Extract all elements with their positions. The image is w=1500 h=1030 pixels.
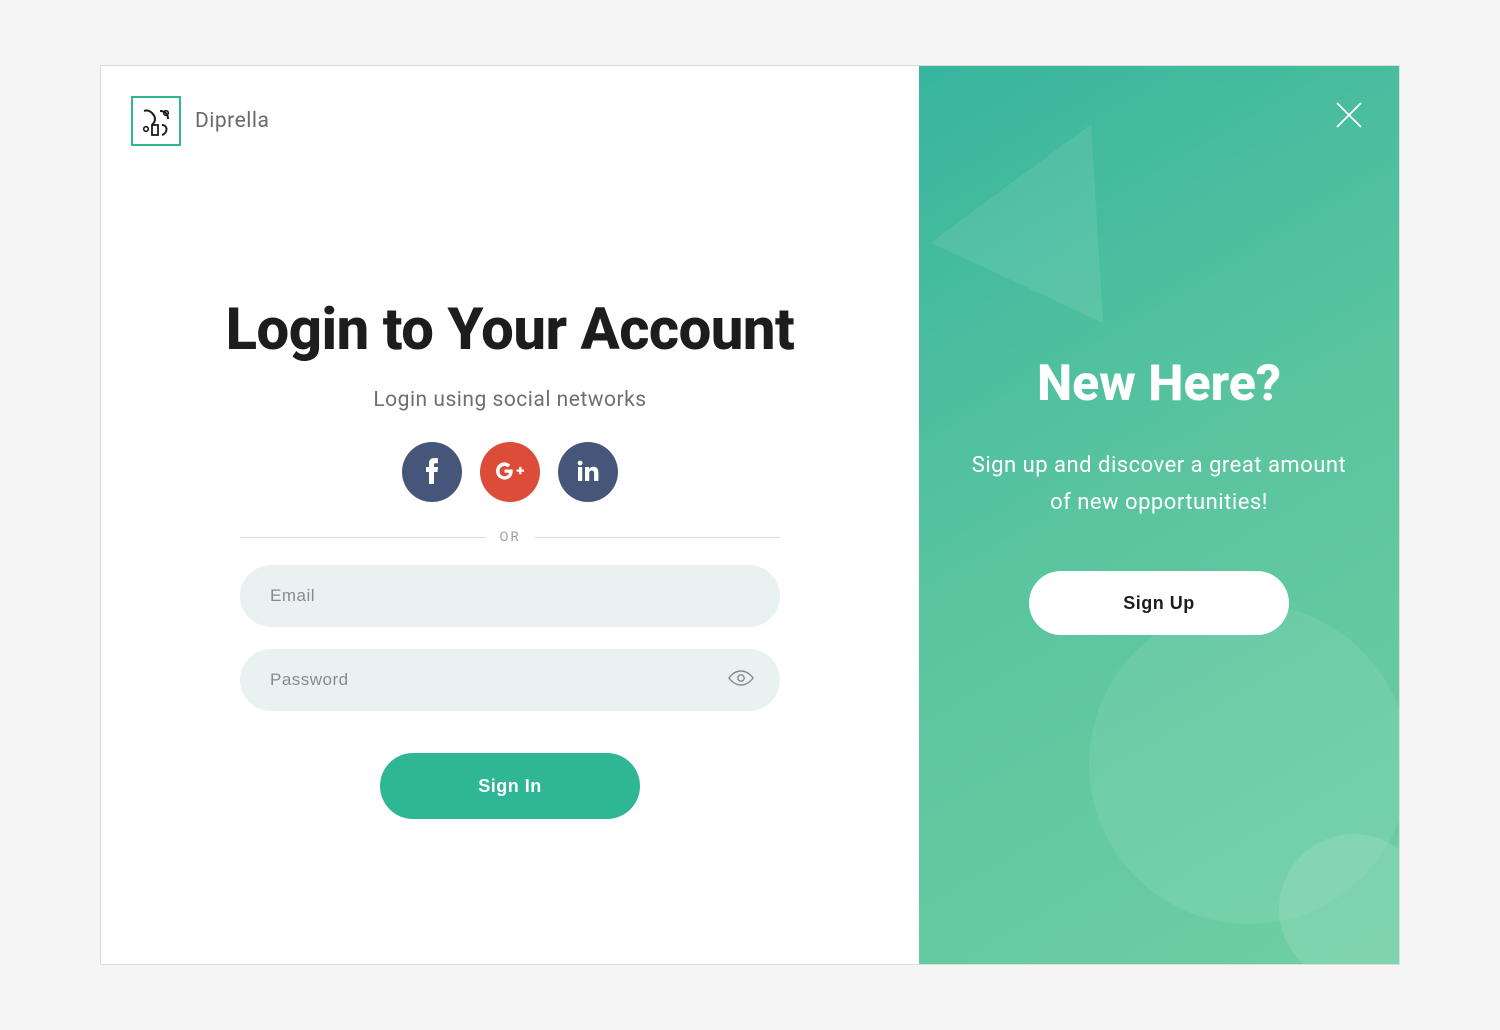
password-field-wrap <box>240 649 780 711</box>
login-panel: Diprella Login to Your Account Login usi… <box>101 66 919 964</box>
brand-logo-icon <box>131 96 181 146</box>
login-subtitle: Login using social networks <box>373 388 646 412</box>
signup-promo-panel: New Here? Sign up and discover a great a… <box>919 66 1399 964</box>
signup-promo-subtitle: Sign up and discover a great amount of n… <box>959 447 1359 522</box>
divider-line <box>534 537 780 538</box>
divider-line <box>240 537 486 538</box>
google-plus-login-button[interactable] <box>480 442 540 502</box>
or-divider: OR <box>240 530 780 545</box>
sign-in-button[interactable]: Sign In <box>380 753 640 819</box>
login-modal: Diprella Login to Your Account Login usi… <box>100 65 1400 965</box>
login-title: Login to Your Account <box>226 296 795 364</box>
linkedin-icon <box>577 460 599 485</box>
facebook-login-button[interactable] <box>402 442 462 502</box>
facebook-icon <box>425 458 439 487</box>
linkedin-login-button[interactable] <box>558 442 618 502</box>
toggle-password-visibility-icon[interactable] <box>728 669 754 691</box>
divider-text: OR <box>486 530 535 545</box>
email-field-wrap <box>240 565 780 627</box>
signup-promo-content: New Here? Sign up and discover a great a… <box>919 355 1399 636</box>
login-form: Sign In <box>240 565 780 819</box>
google-plus-icon <box>495 461 525 484</box>
close-icon <box>1331 121 1367 136</box>
brand-logo: Diprella <box>131 96 269 146</box>
email-field[interactable] <box>270 586 750 606</box>
login-form-container: Login to Your Account Login using social… <box>226 296 795 819</box>
decorative-triangle <box>931 84 1177 323</box>
brand-name: Diprella <box>195 109 269 133</box>
sign-up-button[interactable]: Sign Up <box>1029 571 1289 635</box>
password-field[interactable] <box>270 670 750 690</box>
close-button[interactable] <box>1327 94 1371 138</box>
social-login-row <box>402 442 618 502</box>
signup-promo-title: New Here? <box>1037 355 1281 413</box>
